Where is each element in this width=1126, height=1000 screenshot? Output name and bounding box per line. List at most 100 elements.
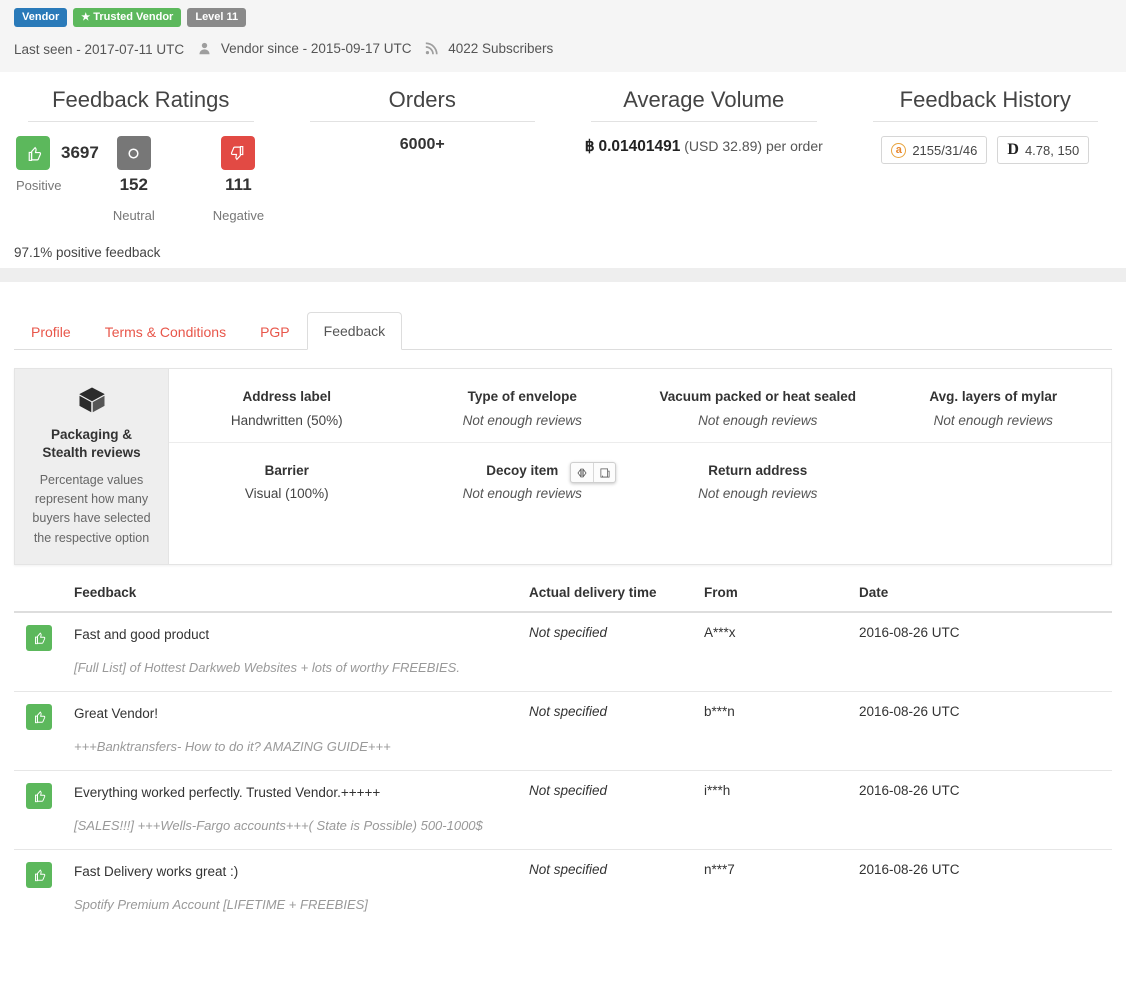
negative-count: 111 — [225, 175, 252, 195]
packaging-head: Avg. layers of mylar — [929, 389, 1058, 405]
packaging-value: Not enough reviews — [698, 412, 818, 428]
subscribers-group: 4022 Subscribers — [425, 41, 553, 58]
packaging-cell-return-address: Return address Not enough reviews — [640, 443, 876, 516]
tab-pgp[interactable]: PGP — [243, 313, 307, 350]
row-from-cell: A***x — [704, 625, 736, 641]
packaging-row-2: Barrier Visual (100%) Decoy item Not eno… — [169, 443, 1111, 516]
packaging-value: Handwritten (50%) — [230, 412, 343, 428]
packaging-head: Address label — [242, 389, 332, 405]
badge-trusted-vendor: ★ Trusted Vendor — [73, 8, 182, 28]
table-row: Fast and good product [Full List] of Hot… — [14, 612, 1112, 692]
vendor-since-text: Vendor since - 2015-09-17 UTC — [220, 41, 412, 57]
history-badge-dream[interactable]: D 4.78, 150 — [997, 136, 1090, 165]
header-actual-delivery-time: Actual delivery time — [521, 585, 696, 614]
table-row: Everything worked perfectly. Trusted Ven… — [14, 770, 1112, 850]
copy-icon[interactable] — [593, 463, 615, 483]
badge-level: Level 11 — [187, 8, 247, 28]
packaging-cell-type-of-envelope: Type of envelope Not enough reviews — [405, 369, 641, 442]
packaging-grid: Address label Handwritten (50%) Type of … — [169, 369, 1111, 564]
feedback-history-badges: a 2155/31/46 D 4.78, 150 — [859, 136, 1113, 165]
packaging-row-1: Address label Handwritten (50%) Type of … — [169, 369, 1111, 443]
positive-count: 3697 — [61, 143, 99, 163]
row-date-cell: 2016-08-26 UTC — [859, 625, 960, 641]
history-badge-alphabay[interactable]: a 2155/31/46 — [881, 136, 988, 165]
header-feedback: Feedback — [66, 585, 521, 614]
row-rating-cell — [14, 612, 66, 692]
tab-profile[interactable]: Profile — [14, 313, 88, 350]
row-from-cell: i***h — [696, 770, 851, 850]
packaging-head: Type of envelope — [467, 389, 577, 405]
tab-feedback[interactable]: Feedback — [306, 312, 403, 351]
last-seen-text: Last seen - 2017-07-11 UTC — [14, 42, 185, 58]
row-from-cell: b***n — [696, 691, 851, 771]
positive-feedback-summary: 97.1% positive feedback — [14, 245, 161, 261]
usd-equivalent: (USD 32.89) per order — [684, 138, 823, 155]
stat-average-volume: Average Volume ฿ 0.01401491 (USD 32.89) … — [563, 87, 845, 223]
vendor-stats-panel: Feedback Ratings 3697 Positive 152 Neutr… — [0, 73, 1126, 269]
packaging-description: Percentage values represent how many buy… — [32, 472, 151, 545]
row-date-cell: 2016-08-26 UTC — [851, 849, 1112, 929]
dream-market-icon: D — [1007, 141, 1019, 159]
vendor-since-group: Vendor since - 2015-09-17 UTC — [198, 41, 411, 58]
row-rating-cell — [14, 849, 66, 929]
star-icon: ★ — [81, 12, 91, 23]
packaging-cell-layers-of-mylar: Avg. layers of mylar Not enough reviews — [876, 369, 1112, 442]
feedback-product: +++Banktransfers- How to do it? AMAZING … — [74, 738, 391, 754]
feedback-message: Fast Delivery works great :) — [74, 864, 239, 880]
thumbs-up-icon — [26, 704, 52, 731]
row-delivery-cell: Not specified — [521, 770, 696, 850]
row-feedback-cell: Everything worked perfectly. Trusted Ven… — [66, 770, 521, 850]
neutral-label: Neutral — [112, 208, 155, 224]
stats-row: Feedback Ratings 3697 Positive 152 Neutr… — [0, 87, 1126, 223]
feedback-message: Fast and good product — [74, 627, 210, 643]
stat-feedback-ratings: Feedback Ratings 3697 Positive 152 Neutr… — [0, 87, 282, 223]
selection-mini-toolbar[interactable] — [570, 462, 616, 484]
row-date-cell: 2016-08-26 UTC — [851, 770, 1112, 850]
header-icon-spacer — [14, 585, 66, 614]
rating-negative: 111 Negative — [213, 136, 264, 223]
tab-terms-and-conditions[interactable]: Terms & Conditions — [88, 313, 243, 350]
rating-neutral: 152 Neutral — [113, 136, 155, 223]
row-rating-cell — [14, 691, 66, 771]
positive-label: Positive — [16, 178, 62, 194]
packaging-cell-address-label: Address label Handwritten (50%) — [169, 369, 405, 442]
feedback-table: Feedback Actual delivery time From Date … — [14, 585, 1112, 929]
feedback-product: Spotify Premium Account [LIFETIME + FREE… — [74, 896, 368, 912]
translate-direction-icon[interactable] — [571, 463, 593, 482]
row-delivery-cell: Not specified — [521, 691, 696, 771]
feedback-history-title: Feedback History — [872, 87, 1098, 123]
tabs-container: Profile Terms & Conditions PGP Feedback — [0, 282, 1126, 351]
feedback-message: Everything worked perfectly. Trusted Ven… — [74, 785, 381, 801]
header-date: Date — [851, 585, 1112, 614]
thumbs-down-icon — [221, 136, 256, 171]
packaging-cell-empty — [876, 443, 1112, 516]
row-delivery-cell: Not specified — [529, 625, 608, 641]
vendor-meta: Last seen - 2017-07-11 UTC Vendor since … — [0, 27, 1126, 58]
packaging-value: Not enough reviews — [933, 412, 1053, 428]
btc-amount: 0.01401491 — [598, 138, 681, 156]
feedback-message: Great Vendor! — [74, 706, 159, 722]
packaging-head: Vacuum packed or heat sealed — [659, 389, 857, 405]
feedback-table-body: Fast and good product [Full List] of Hot… — [14, 612, 1112, 929]
stat-orders: Orders 6000+ — [282, 87, 564, 223]
vendor-badges: Vendor ★ Trusted Vendor Level 11 — [0, 8, 1126, 28]
neutral-count: 152 — [119, 175, 148, 195]
row-rating-cell — [14, 770, 66, 850]
bitcoin-symbol: ฿ — [584, 138, 595, 156]
section-divider — [0, 268, 1126, 283]
feedback-table-section: Feedback Actual delivery time From Date … — [0, 565, 1126, 929]
rss-icon — [425, 42, 439, 58]
table-row: Fast Delivery works great :) Spotify Pre… — [14, 849, 1112, 929]
row-from-cell: n***7 — [696, 849, 851, 929]
alphabay-stats: 2155/31/46 — [912, 142, 978, 158]
badge-trusted-vendor-label: Trusted Vendor — [93, 11, 174, 23]
packaging-card: Packaging & Stealth reviews Percentage v… — [14, 368, 1112, 566]
thumbs-up-icon — [16, 136, 50, 171]
packaging-value: Not enough reviews — [698, 486, 818, 502]
vendor-tabs: Profile Terms & Conditions PGP Feedback — [14, 310, 1112, 351]
packaging-value: Not enough reviews — [462, 486, 582, 502]
row-delivery-cell: Not specified — [521, 849, 696, 929]
packaging-section: Packaging & Stealth reviews Percentage v… — [0, 350, 1126, 566]
user-icon — [198, 42, 211, 58]
orders-title: Orders — [309, 87, 535, 123]
